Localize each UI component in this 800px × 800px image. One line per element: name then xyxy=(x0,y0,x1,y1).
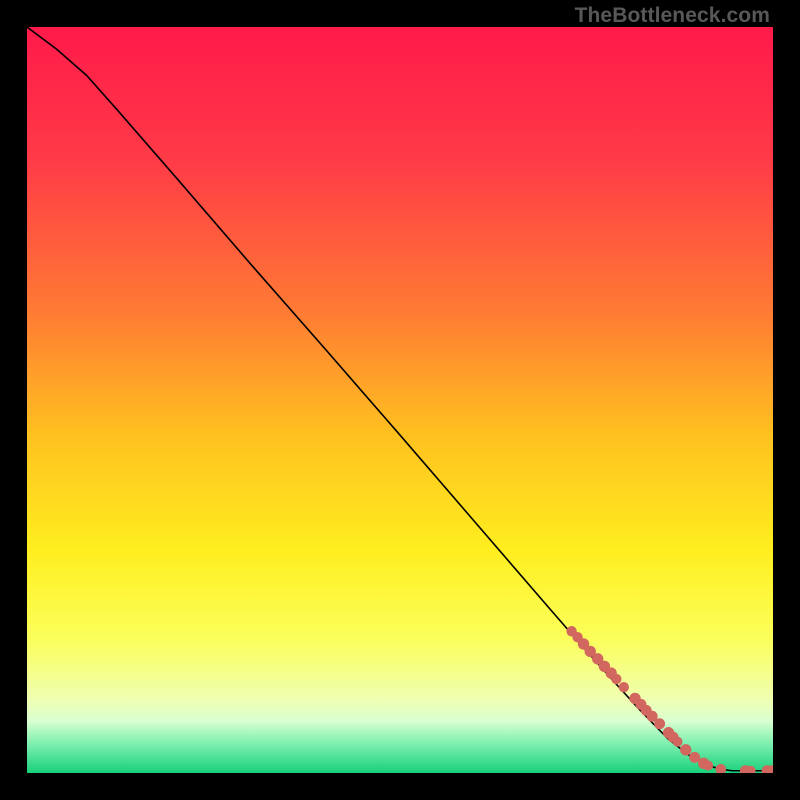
data-marker xyxy=(619,682,629,692)
data-marker xyxy=(611,674,621,684)
plot-area xyxy=(27,27,773,773)
chart-svg xyxy=(27,27,773,773)
data-marker xyxy=(680,744,691,755)
chart-frame: TheBottleneck.com xyxy=(0,0,800,800)
data-marker xyxy=(673,737,683,747)
attribution-text: TheBottleneck.com xyxy=(575,4,770,28)
data-marker xyxy=(654,718,665,729)
chart-background xyxy=(27,27,773,773)
data-marker xyxy=(703,761,713,771)
